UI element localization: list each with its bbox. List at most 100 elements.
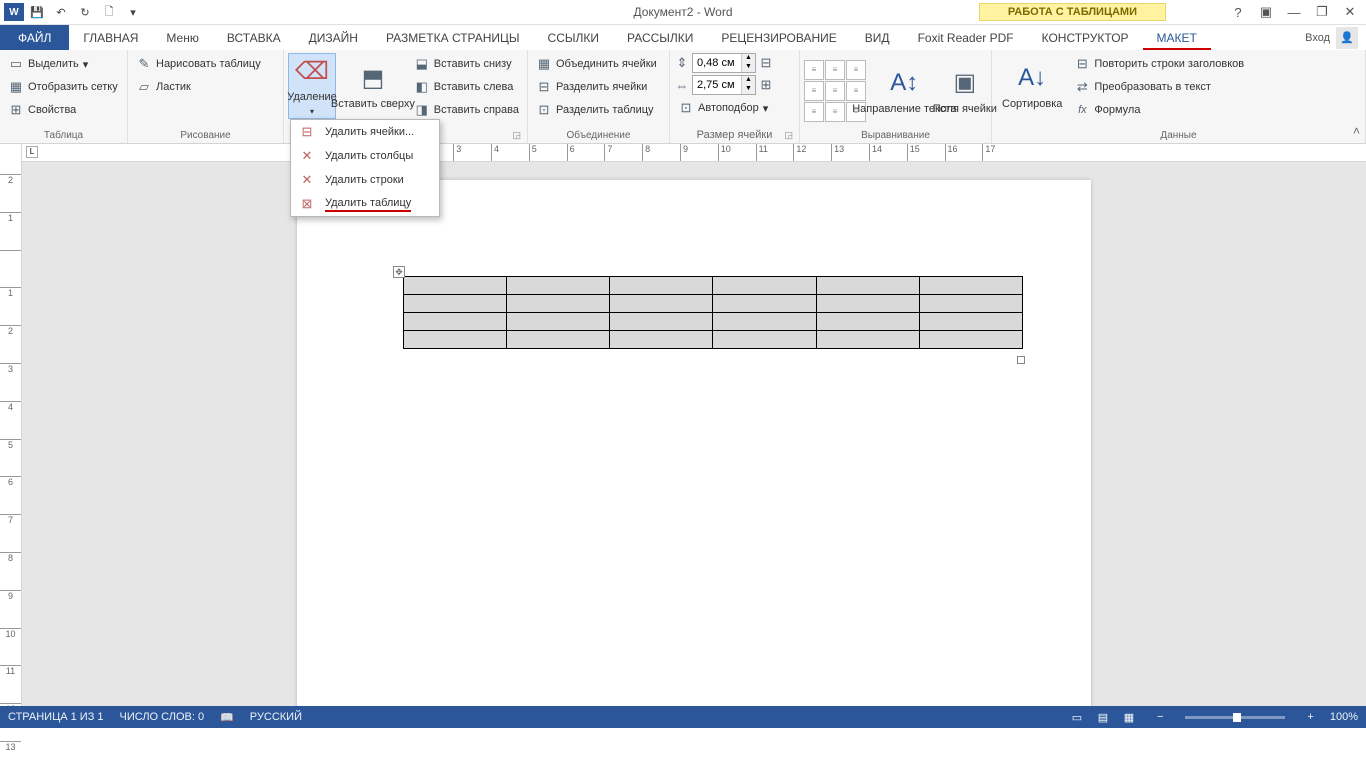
document-page[interactable]: ✥ <box>297 180 1091 706</box>
col-width-input[interactable]: ▲▼ <box>692 75 756 95</box>
zoom-level[interactable]: 100% <box>1330 711 1358 723</box>
eraser-icon: ▱ <box>136 79 152 95</box>
tab-insert[interactable]: ВСТАВКА <box>213 25 295 50</box>
view-web-layout[interactable]: ▦ <box>1117 708 1141 726</box>
group-draw: ✎Нарисовать таблицу ▱Ластик Рисование <box>128 50 284 143</box>
align-tr[interactable]: ≡ <box>846 60 866 80</box>
tab-selector[interactable]: L <box>26 146 38 158</box>
zoom-in[interactable]: + <box>1307 711 1313 723</box>
tab-table-layout[interactable]: МАКЕТ <box>1143 25 1211 50</box>
distribute-cols-icon[interactable]: ⊞ <box>758 77 774 93</box>
properties-button[interactable]: ⊞Свойства <box>4 99 122 121</box>
repeat-button[interactable]: ↻ <box>74 1 96 23</box>
save-button[interactable]: 💾 <box>26 1 48 23</box>
new-doc-button[interactable]: 🗋 <box>98 1 120 23</box>
signin-area[interactable]: Вход 👤 <box>1297 25 1366 50</box>
tab-view[interactable]: ВИД <box>851 25 904 50</box>
group-label-table: Таблица <box>4 128 123 143</box>
cell-margins-button[interactable]: ▣Поля ячейки <box>943 58 987 124</box>
minimize-button[interactable]: — <box>1282 2 1306 22</box>
insert-left-button[interactable]: ◧Вставить слева <box>410 76 523 98</box>
autofit-button[interactable]: ⊡Автоподбор ▾ <box>674 97 774 119</box>
split-table-button[interactable]: ⊡Разделить таблицу <box>532 99 661 121</box>
view-gridlines-button[interactable]: ▦Отобразить сетку <box>4 76 122 98</box>
help-button[interactable]: ? <box>1226 2 1250 22</box>
tab-references[interactable]: ССЫЛКИ <box>534 25 613 50</box>
tab-menu[interactable]: Меню <box>152 25 212 50</box>
formula-button[interactable]: fxФормула <box>1070 99 1248 121</box>
spin-down[interactable]: ▼ <box>741 63 755 72</box>
sort-button[interactable]: A↓Сортировка <box>996 53 1068 119</box>
zoom-slider[interactable] <box>1185 716 1285 719</box>
restore-button[interactable]: ❐ <box>1310 2 1334 22</box>
document-scroll-area[interactable]: ✥ <box>22 144 1366 706</box>
tab-foxit[interactable]: Foxit Reader PDF <box>904 25 1028 50</box>
merge-icon: ▦ <box>536 56 552 72</box>
insert-right-button[interactable]: ◨Вставить справа <box>410 99 523 121</box>
delete-columns-item[interactable]: ✕Удалить столбцы <box>291 144 439 168</box>
align-ml[interactable]: ≡ <box>804 81 824 101</box>
view-print-layout[interactable]: ▤ <box>1091 708 1115 726</box>
word-icon[interactable]: W <box>4 3 24 21</box>
vertical-ruler[interactable]: 2112345678910111213 <box>0 144 22 706</box>
tab-table-design[interactable]: КОНСТРУКТОР <box>1028 25 1143 50</box>
tab-mailings[interactable]: РАССЫЛКИ <box>613 25 707 50</box>
table-resize-handle[interactable] <box>1017 356 1025 364</box>
insert-above-button[interactable]: ⬒ Вставить сверху <box>338 53 408 119</box>
eraser-button[interactable]: ▱Ластик <box>132 76 265 98</box>
dialog-launcher-icon[interactable]: ◲ <box>512 130 521 141</box>
align-mr[interactable]: ≡ <box>846 81 866 101</box>
zoom-thumb[interactable] <box>1233 713 1241 722</box>
delete-button[interactable]: ⌫ Удаление▾ <box>288 53 336 119</box>
document-table[interactable] <box>403 276 1023 349</box>
ribbon-display-button[interactable]: ▣ <box>1254 2 1278 22</box>
word-count[interactable]: ЧИСЛО СЛОВ: 0 <box>120 711 205 723</box>
tab-file[interactable]: ФАЙЛ <box>0 25 69 50</box>
horizontal-ruler[interactable]: L 11234567891011121314151617 <box>22 144 1366 162</box>
spin-up[interactable]: ▲ <box>741 54 755 63</box>
text-direction-button[interactable]: A↕Направление текста <box>872 58 937 124</box>
insert-below-button[interactable]: ⬓Вставить снизу <box>410 53 523 75</box>
spell-check-icon[interactable]: 📖 <box>220 711 234 724</box>
delete-rows-item[interactable]: ✕Удалить строки <box>291 168 439 192</box>
group-table: ▭Выделить ▾ ▦Отобразить сетку ⊞Свойства … <box>0 50 128 143</box>
tab-review[interactable]: РЕЦЕНЗИРОВАНИЕ <box>707 25 850 50</box>
repeat-header-rows-button[interactable]: ⊟Повторить строки заголовков <box>1070 53 1248 75</box>
language[interactable]: РУССКИЙ <box>250 711 302 723</box>
page-count[interactable]: СТРАНИЦА 1 ИЗ 1 <box>8 711 104 723</box>
zoom-out[interactable]: − <box>1157 711 1163 723</box>
group-data: A↓Сортировка ⊟Повторить строки заголовко… <box>992 50 1366 143</box>
align-bc[interactable]: ≡ <box>825 102 845 122</box>
split-cells-button[interactable]: ⊟Разделить ячейки <box>532 76 661 98</box>
align-tl[interactable]: ≡ <box>804 60 824 80</box>
tab-design[interactable]: ДИЗАЙН <box>295 25 372 50</box>
delete-cells-item[interactable]: ⊟Удалить ячейки... <box>291 120 439 144</box>
group-label-draw: Рисование <box>132 128 279 143</box>
tab-home[interactable]: ГЛАВНАЯ <box>69 25 152 50</box>
status-bar: СТРАНИЦА 1 ИЗ 1 ЧИСЛО СЛОВ: 0 📖 РУССКИЙ … <box>0 706 1366 728</box>
view-read-mode[interactable]: ▭ <box>1065 708 1089 726</box>
row-height-input[interactable]: ▲▼ <box>692 53 756 73</box>
align-tc[interactable]: ≡ <box>825 60 845 80</box>
tab-page-layout[interactable]: РАЗМЕТКА СТРАНИЦЫ <box>372 25 534 50</box>
merge-cells-button[interactable]: ▦Объединить ячейки <box>532 53 661 75</box>
distribute-rows-icon[interactable]: ⊟ <box>758 55 774 71</box>
table-tools-contextual-label: РАБОТА С ТАБЛИЦАМИ <box>979 3 1166 21</box>
qat-customize[interactable]: ▾ <box>122 1 144 23</box>
align-bl[interactable]: ≡ <box>804 102 824 122</box>
collapse-ribbon-button[interactable]: ˄ <box>1353 124 1360 138</box>
table-move-handle[interactable]: ✥ <box>393 266 405 278</box>
split-cells-icon: ⊟ <box>536 79 552 95</box>
delete-cells-icon: ⊟ <box>299 124 315 140</box>
align-mc[interactable]: ≡ <box>825 81 845 101</box>
draw-table-button[interactable]: ✎Нарисовать таблицу <box>132 53 265 75</box>
spin-up[interactable]: ▲ <box>741 76 755 85</box>
convert-to-text-button[interactable]: ⇄Преобразовать в текст <box>1070 76 1248 98</box>
close-button[interactable]: ✕ <box>1338 2 1362 22</box>
delete-table-item[interactable]: ⊠Удалить таблицу <box>291 192 439 216</box>
select-button[interactable]: ▭Выделить ▾ <box>4 53 122 75</box>
undo-button[interactable]: ↶ <box>50 1 72 23</box>
spin-down[interactable]: ▼ <box>741 85 755 94</box>
autofit-icon: ⊡ <box>678 100 694 116</box>
dialog-launcher-icon[interactable]: ◲ <box>784 130 793 141</box>
